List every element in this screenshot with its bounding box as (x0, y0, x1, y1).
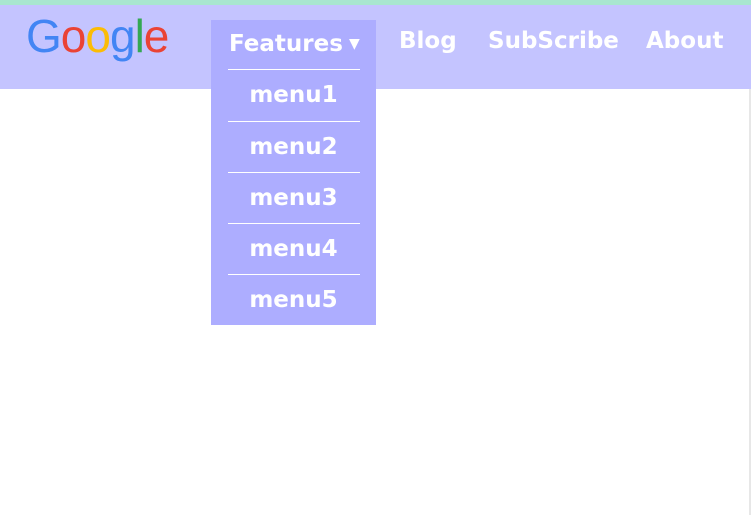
dropdown-item-menu5[interactable]: menu5 (211, 275, 376, 326)
logo-letter-g: G (26, 10, 62, 62)
logo-letter-o2: o (85, 10, 111, 62)
logo-letter-g2: g (109, 10, 136, 62)
nav-subscribe[interactable]: SubScribe (488, 20, 619, 62)
logo-letter-l: l (134, 10, 145, 62)
dropdown-item-menu3[interactable]: menu3 (211, 173, 376, 224)
chevron-down-icon: ▼ (349, 36, 360, 52)
nav-features[interactable]: Features ▼ (211, 20, 376, 73)
nav-blog[interactable]: Blog (399, 20, 457, 62)
dropdown-item-menu1[interactable]: menu1 (211, 70, 376, 121)
logo-letter-o1: o (60, 10, 87, 62)
dropdown-item-menu4[interactable]: menu4 (211, 224, 376, 275)
features-dropdown-menu: menu1 menu2 menu3 menu4 menu5 (211, 68, 376, 325)
dropdown-item-menu2[interactable]: menu2 (211, 122, 376, 173)
nav-about[interactable]: About (646, 20, 723, 62)
nav-features-label: Features (229, 31, 343, 57)
logo-letter-e: e (143, 10, 170, 62)
google-logo[interactable]: Google (26, 10, 170, 62)
